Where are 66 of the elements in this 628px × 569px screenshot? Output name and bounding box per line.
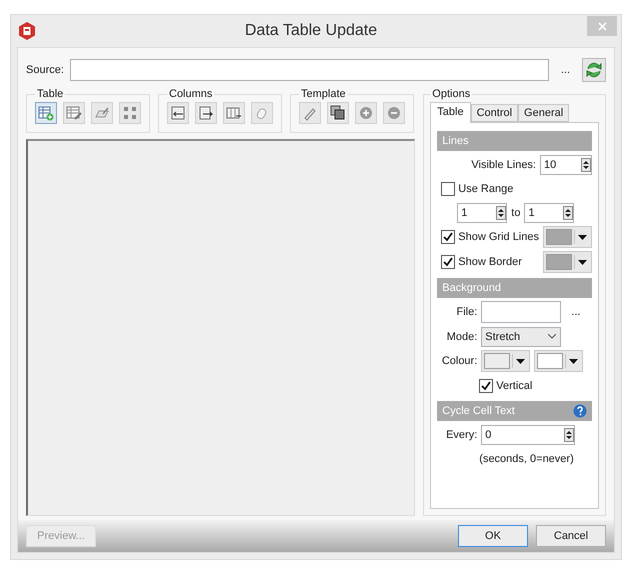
minus-icon <box>386 105 402 121</box>
colour-picker[interactable] <box>543 226 592 248</box>
tab[interactable]: Control <box>470 104 518 122</box>
source-input[interactable] <box>70 59 549 81</box>
group-title: Options <box>431 88 472 100</box>
source-label: Source: <box>26 64 64 76</box>
check-icon <box>443 257 454 267</box>
browse-button[interactable]: ... <box>554 64 576 76</box>
copy-icon <box>330 105 346 121</box>
spinner-arrows-icon[interactable] <box>563 206 574 220</box>
colour-picker[interactable] <box>543 251 592 273</box>
help-icon[interactable] <box>573 404 587 418</box>
browse-button[interactable]: ... <box>565 306 586 318</box>
number-spinbox[interactable]: 10 <box>540 154 592 174</box>
app-logo-icon <box>19 22 35 40</box>
field-label: Visible Lines: <box>471 158 536 170</box>
number-spinbox[interactable]: 1 <box>457 202 508 222</box>
chevron-icon <box>548 334 556 339</box>
plus-icon <box>358 105 374 121</box>
colour-picker[interactable] <box>481 350 530 372</box>
caret-icon <box>578 234 586 240</box>
spinner-arrows-icon[interactable] <box>581 158 591 172</box>
refresh-button[interactable] <box>582 58 606 82</box>
dialog-button[interactable]: Cancel <box>536 525 606 547</box>
caret-icon <box>516 358 525 364</box>
number-spinbox[interactable]: 1 <box>524 202 574 222</box>
checkbox[interactable]: Show Border <box>441 255 522 269</box>
section-title: Cycle Cell Text <box>442 405 515 417</box>
toolbar-button[interactable] <box>327 102 349 124</box>
checkbox[interactable]: Vertical <box>479 378 532 392</box>
close-icon <box>598 22 606 30</box>
section-title: Lines <box>442 135 469 147</box>
field-label: Colour: <box>440 355 478 367</box>
caret-icon <box>578 260 586 264</box>
group-title: Table <box>36 88 64 100</box>
table-edit-icon <box>66 105 82 121</box>
column-insert-icon <box>226 105 242 121</box>
toolbar-button[interactable] <box>195 102 217 124</box>
tab[interactable]: General <box>518 104 570 122</box>
dialog-button[interactable]: OK <box>458 525 528 547</box>
table-add-icon <box>38 105 54 121</box>
toolbar-button[interactable] <box>167 102 189 124</box>
mode-dropdown[interactable]: Stretch <box>481 326 562 346</box>
spinner-arrows-icon[interactable] <box>496 206 506 220</box>
group-title: Columns <box>168 88 214 100</box>
tab[interactable]: Table <box>430 102 471 123</box>
field-label: Every: <box>445 428 478 440</box>
window-title: Data Table Update <box>244 22 378 40</box>
file-input[interactable] <box>481 301 562 323</box>
field-label: Mode: <box>446 330 478 342</box>
refresh-icon <box>585 61 603 79</box>
group-title: Template <box>300 88 347 100</box>
check-icon <box>443 232 454 242</box>
column-arrow-icon <box>198 105 214 121</box>
grid-icon <box>122 105 138 121</box>
checkbox[interactable]: Use Range <box>441 182 514 196</box>
range-label: to <box>511 206 520 218</box>
field-label: File: <box>456 306 478 318</box>
checkbox[interactable]: Show Grid Lines <box>441 230 539 244</box>
hint-text: (seconds, 0=never) <box>478 452 574 464</box>
spinner-arrows-icon[interactable] <box>564 428 574 442</box>
section-title: Background <box>442 282 501 294</box>
colour-picker[interactable] <box>534 350 584 372</box>
caret-icon <box>568 358 578 364</box>
check-icon <box>481 380 492 390</box>
number-spinbox[interactable]: 0 <box>481 424 576 444</box>
